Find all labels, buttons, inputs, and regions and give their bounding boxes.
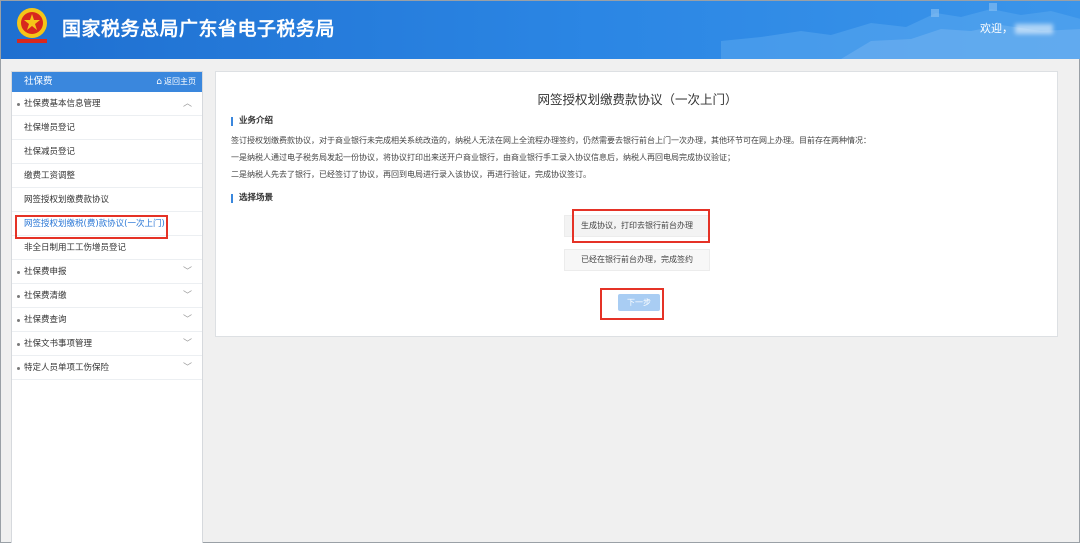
chevron-down-icon: ﹀ (182, 339, 192, 349)
home-link-label: 返回主页 (164, 77, 196, 86)
chevron-down-icon: ﹀ (182, 363, 192, 373)
section-scene-heading: 选择场景 (231, 194, 273, 203)
highlight-box-sidebar (15, 215, 168, 239)
username-redacted[interactable] (1015, 24, 1053, 34)
menu-part-time-injury[interactable]: 非全日制用工工伤增员登记 (12, 236, 202, 260)
bullet-icon (17, 319, 20, 322)
welcome-text: 欢迎， (980, 20, 1053, 36)
bullet-icon (17, 103, 20, 106)
section-intro-heading: 业务介绍 (231, 117, 273, 126)
intro-line-3: 二是纳税人先去了银行，已经签订了协议，再回到电局进行录入该协议，再进行验证，完成… (231, 170, 591, 179)
sidebar: 社保费 ⌂ 返回主页 社保费基本信息管理 ︿ 社保增员登记 社保减员登记 缴费工资… (11, 71, 203, 543)
menu-online-agreement[interactable]: 网签授权划缴费款协议 (12, 188, 202, 212)
bullet-icon (17, 271, 20, 274)
intro-line-1: 签订授权划缴费款协议，对于商业银行未完成相关系统改造的，纳税人无法在网上全流程办… (231, 136, 871, 145)
menu-declaration[interactable]: 社保费申报 ﹀ (12, 260, 202, 284)
menu-settlement[interactable]: 社保费清缴 ﹀ (12, 284, 202, 308)
highlight-box-next (600, 288, 664, 320)
sidebar-title: 社保费 (24, 76, 53, 87)
chevron-down-icon: ﹀ (182, 315, 192, 325)
menu-query[interactable]: 社保费查询 ﹀ (12, 308, 202, 332)
menu-label: 非全日制用工工伤增员登记 (24, 243, 127, 253)
home-link[interactable]: ⌂ 返回主页 (156, 72, 196, 92)
option-already-signed[interactable]: 已经在银行前台办理，完成签约 (564, 249, 710, 271)
home-icon: ⌂ (156, 77, 162, 87)
menu-label: 社保费查询 (24, 315, 67, 325)
bullet-icon (17, 367, 20, 370)
menu-label: 社保费清缴 (24, 291, 67, 301)
main-panel: 网签授权划缴费款协议（一次上门） 业务介绍 签订授权划缴费款协议，对于商业银行未… (215, 71, 1058, 337)
menu-remove-member[interactable]: 社保减员登记 (12, 140, 202, 164)
highlight-box-option (572, 209, 710, 243)
menu-label: 社保增员登记 (24, 123, 76, 133)
menu-wage-adjust[interactable]: 缴费工资调整 (12, 164, 202, 188)
menu-basic-info[interactable]: 社保费基本信息管理 ︿ (12, 92, 202, 116)
menu-label: 网签授权划缴费款协议 (24, 195, 110, 205)
tax-emblem-icon (17, 8, 47, 43)
menu-label: 缴费工资调整 (24, 171, 76, 181)
menu-label: 特定人员单项工伤保险 (24, 363, 110, 373)
app-title: 国家税务总局广东省电子税务局 (62, 18, 336, 40)
chevron-up-icon: ︿ (182, 99, 192, 109)
intro-line-2: 一是纳税人通过电子税务局发起一份协议，将协议打印出来送开户商业银行，由商业银行手… (231, 153, 735, 162)
chevron-down-icon: ﹀ (182, 291, 192, 301)
bullet-icon (17, 295, 20, 298)
welcome-label: 欢迎， (980, 22, 1013, 35)
sidebar-header: 社保费 ⌂ 返回主页 (12, 72, 202, 92)
bullet-icon (17, 343, 20, 346)
app-header: 国家税务总局广东省电子税务局 欢迎， (1, 1, 1080, 59)
menu-add-member[interactable]: 社保增员登记 (12, 116, 202, 140)
menu-special-injury[interactable]: 特定人员单项工伤保险 ﹀ (12, 356, 202, 380)
page-title: 网签授权划缴费款协议（一次上门） (537, 92, 738, 107)
menu-documents[interactable]: 社保文书事项管理 ﹀ (12, 332, 202, 356)
menu-label: 社保减员登记 (24, 147, 76, 157)
chevron-down-icon: ﹀ (182, 267, 192, 277)
menu-label: 社保费基本信息管理 (24, 99, 101, 109)
menu-label: 社保文书事项管理 (24, 339, 93, 349)
menu-label: 社保费申报 (24, 267, 67, 277)
